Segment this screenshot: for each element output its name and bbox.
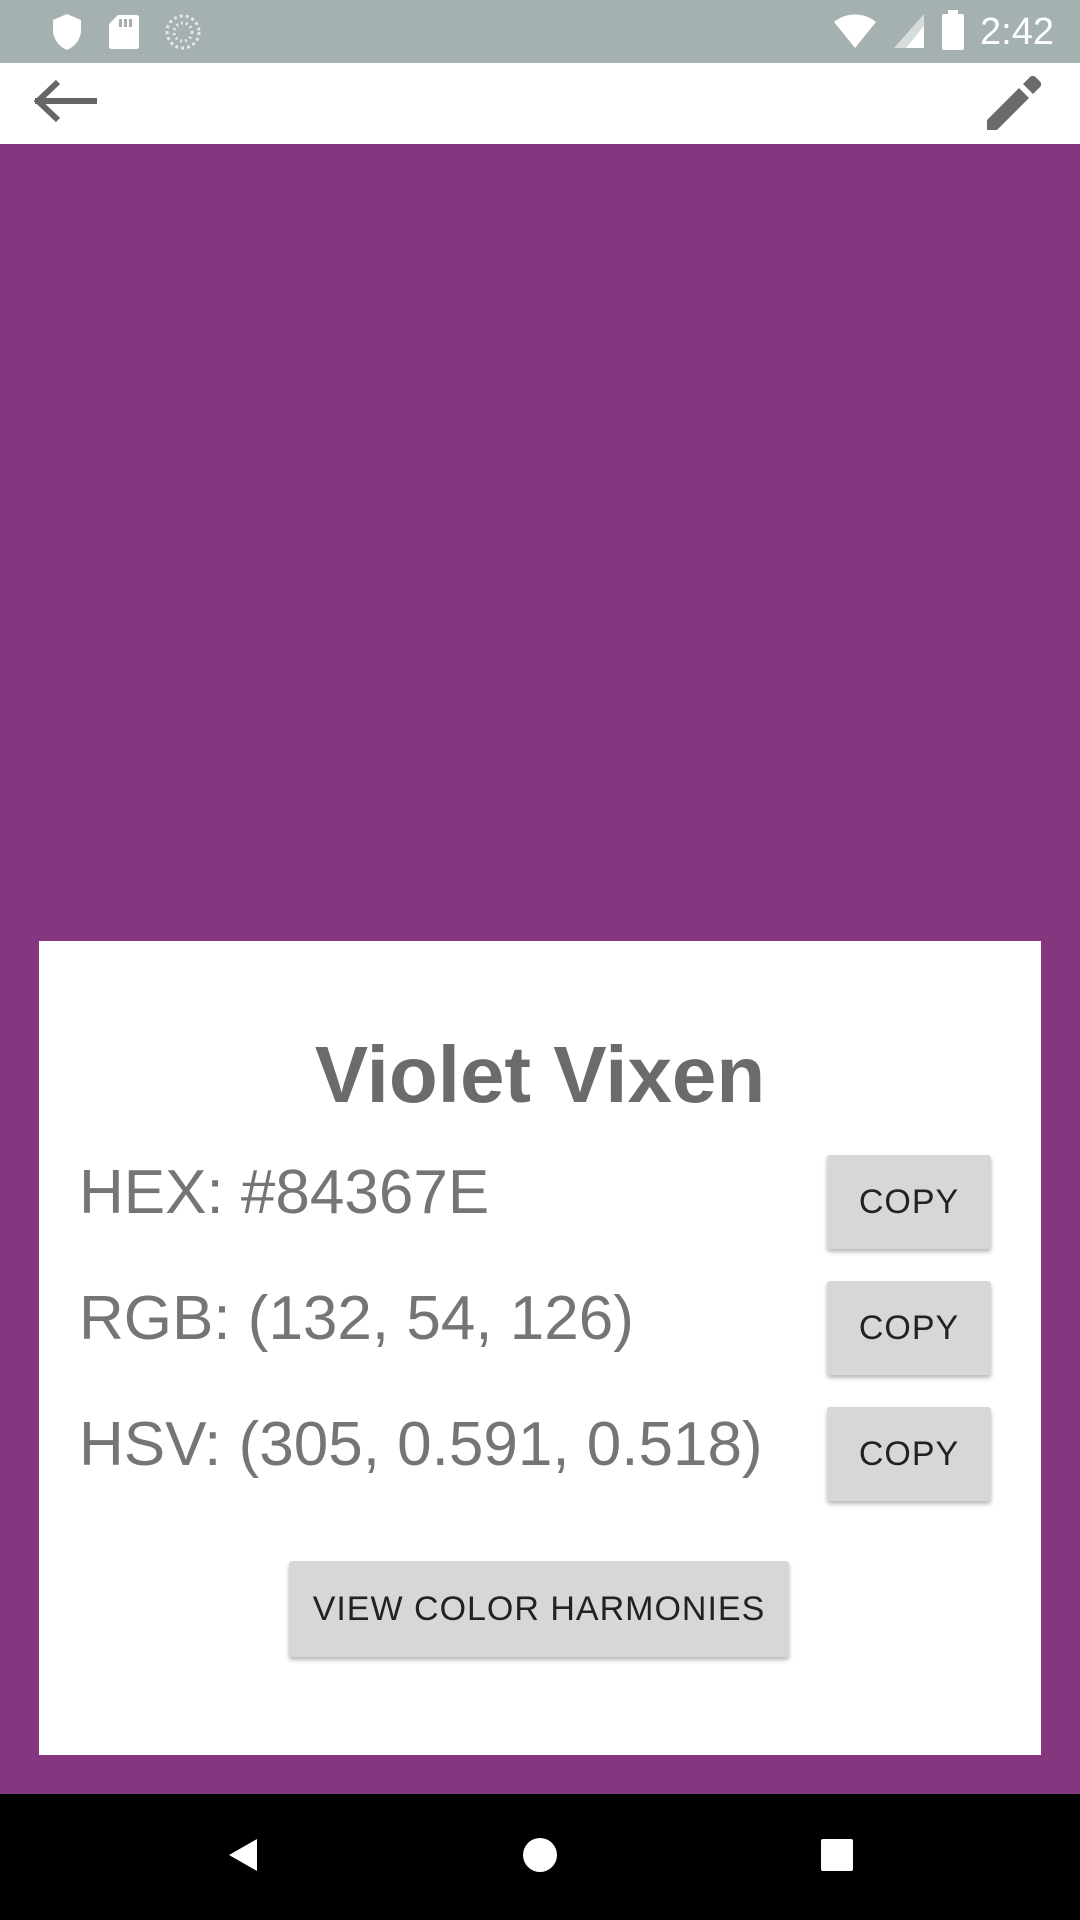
pencil-icon — [983, 70, 1047, 139]
sync-icon — [164, 13, 202, 56]
nav-recents-button[interactable] — [802, 1824, 872, 1890]
circle-home-icon — [520, 1835, 560, 1880]
hex-value: HEX: #84367E — [79, 1158, 490, 1227]
color-info-card: Violet Vixen HEX: #84367E COPY RGB: (132… — [39, 941, 1041, 1755]
back-button[interactable] — [30, 77, 102, 129]
status-time: 2:42 — [980, 11, 1054, 53]
nav-home-button[interactable] — [505, 1824, 575, 1890]
nav-back-button[interactable] — [208, 1824, 278, 1890]
color-name: Violet Vixen — [314, 1030, 766, 1119]
sd-card-icon — [108, 13, 140, 56]
rgb-value: RGB: (132, 54, 126) — [79, 1284, 634, 1353]
shield-icon — [50, 12, 84, 57]
arrow-back-icon — [33, 79, 98, 128]
wifi-icon — [832, 10, 878, 55]
hsv-value: HSV: (305, 0.591, 0.518) — [79, 1410, 763, 1479]
copy-rgb-button[interactable]: COPY — [827, 1281, 991, 1375]
view-color-harmonies-button[interactable]: VIEW COLOR HARMONIES — [289, 1561, 789, 1657]
edit-button[interactable] — [980, 71, 1050, 137]
app-bar — [0, 63, 1080, 144]
navigation-bar — [0, 1794, 1080, 1920]
triangle-back-icon — [223, 1835, 263, 1880]
copy-hsv-button[interactable]: COPY — [827, 1407, 991, 1501]
copy-hex-button[interactable]: COPY — [827, 1155, 991, 1249]
status-bar: 2:42 — [0, 0, 1080, 63]
status-left-icons — [50, 12, 202, 57]
status-right-icons: 2:42 — [832, 8, 1054, 56]
square-recents-icon — [817, 1835, 857, 1880]
signal-icon — [892, 10, 926, 55]
battery-icon — [940, 9, 966, 56]
